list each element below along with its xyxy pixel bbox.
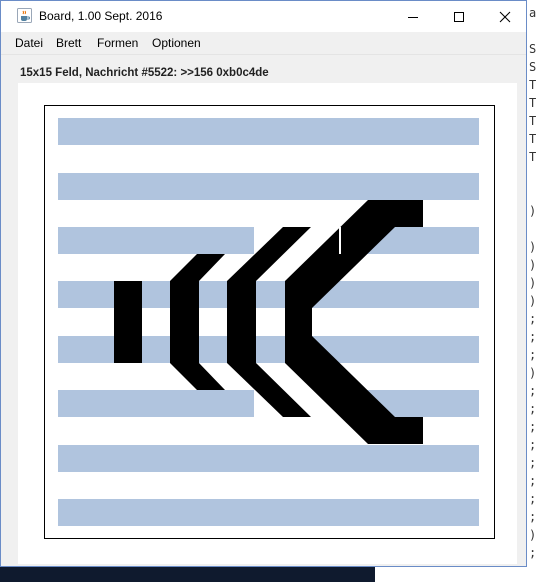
background-code-line: T xyxy=(529,114,536,128)
background-code-line: ; xyxy=(529,438,536,452)
background-code-line: ; xyxy=(529,402,536,416)
stripe-row-2 xyxy=(58,173,479,200)
menu-datei[interactable]: Datei xyxy=(15,36,43,50)
close-icon xyxy=(499,11,511,22)
background-code-line: ; xyxy=(529,312,536,326)
background-code-line: T xyxy=(529,78,536,92)
java-cup-icon xyxy=(17,8,32,23)
close-button[interactable] xyxy=(482,1,528,32)
chevron-1 xyxy=(170,254,225,390)
background-code-line: ) xyxy=(529,528,536,542)
board-window: Board, 1.00 Sept. 2016 Datei Brett Forme… xyxy=(0,0,527,567)
background-code-line: ) xyxy=(529,240,536,254)
background-code-line: ; xyxy=(529,546,536,560)
status-message: 15x15 Feld, Nachricht #5522: >>156 0xb0c… xyxy=(20,67,269,79)
background-code-line: ; xyxy=(529,420,536,434)
background-code-line: ) xyxy=(529,258,536,272)
minimize-icon xyxy=(408,16,418,18)
background-code-line: ; xyxy=(529,348,536,362)
menu-bar: Datei Brett Formen Optionen xyxy=(1,32,526,54)
menu-optionen[interactable]: Optionen xyxy=(152,36,201,50)
vertical-bar xyxy=(114,281,142,363)
background-code-line: ) xyxy=(529,294,536,308)
background-code-line: ) xyxy=(529,276,536,290)
menu-separator xyxy=(1,54,526,55)
board-drawing[interactable] xyxy=(44,105,495,539)
stripe-row-8 xyxy=(58,499,479,526)
background-code-line: T xyxy=(529,96,536,110)
window-title: Board, 1.00 Sept. 2016 xyxy=(39,9,163,23)
background-code-line: ) xyxy=(529,204,536,218)
minimize-button[interactable] xyxy=(390,1,436,32)
background-code-line: ar xyxy=(529,6,536,20)
background-code-line: ; xyxy=(529,474,536,488)
background-code-line: ; xyxy=(529,456,536,470)
stripe-row-6-left xyxy=(58,390,254,417)
background-code-line: ; xyxy=(529,330,536,344)
background-code-line: ) xyxy=(529,366,536,380)
maximize-icon xyxy=(454,11,464,22)
title-bar[interactable]: Board, 1.00 Sept. 2016 xyxy=(1,1,526,32)
menu-formen[interactable]: Formen xyxy=(97,36,138,50)
background-code-line: S xyxy=(529,60,536,74)
menu-brett[interactable]: Brett xyxy=(56,36,81,50)
background-code-line: S xyxy=(529,42,536,56)
background-code-line: T xyxy=(529,132,536,146)
background-code-line: T xyxy=(529,150,536,164)
stripe-row-7 xyxy=(58,445,479,472)
maximize-button[interactable] xyxy=(436,1,482,32)
background-code-line: ; xyxy=(529,510,536,524)
stripe-row-3-left xyxy=(58,227,254,254)
background-code-line: ; xyxy=(529,492,536,506)
background-code-line: ; xyxy=(529,384,536,398)
stripe-row-1 xyxy=(58,118,479,145)
